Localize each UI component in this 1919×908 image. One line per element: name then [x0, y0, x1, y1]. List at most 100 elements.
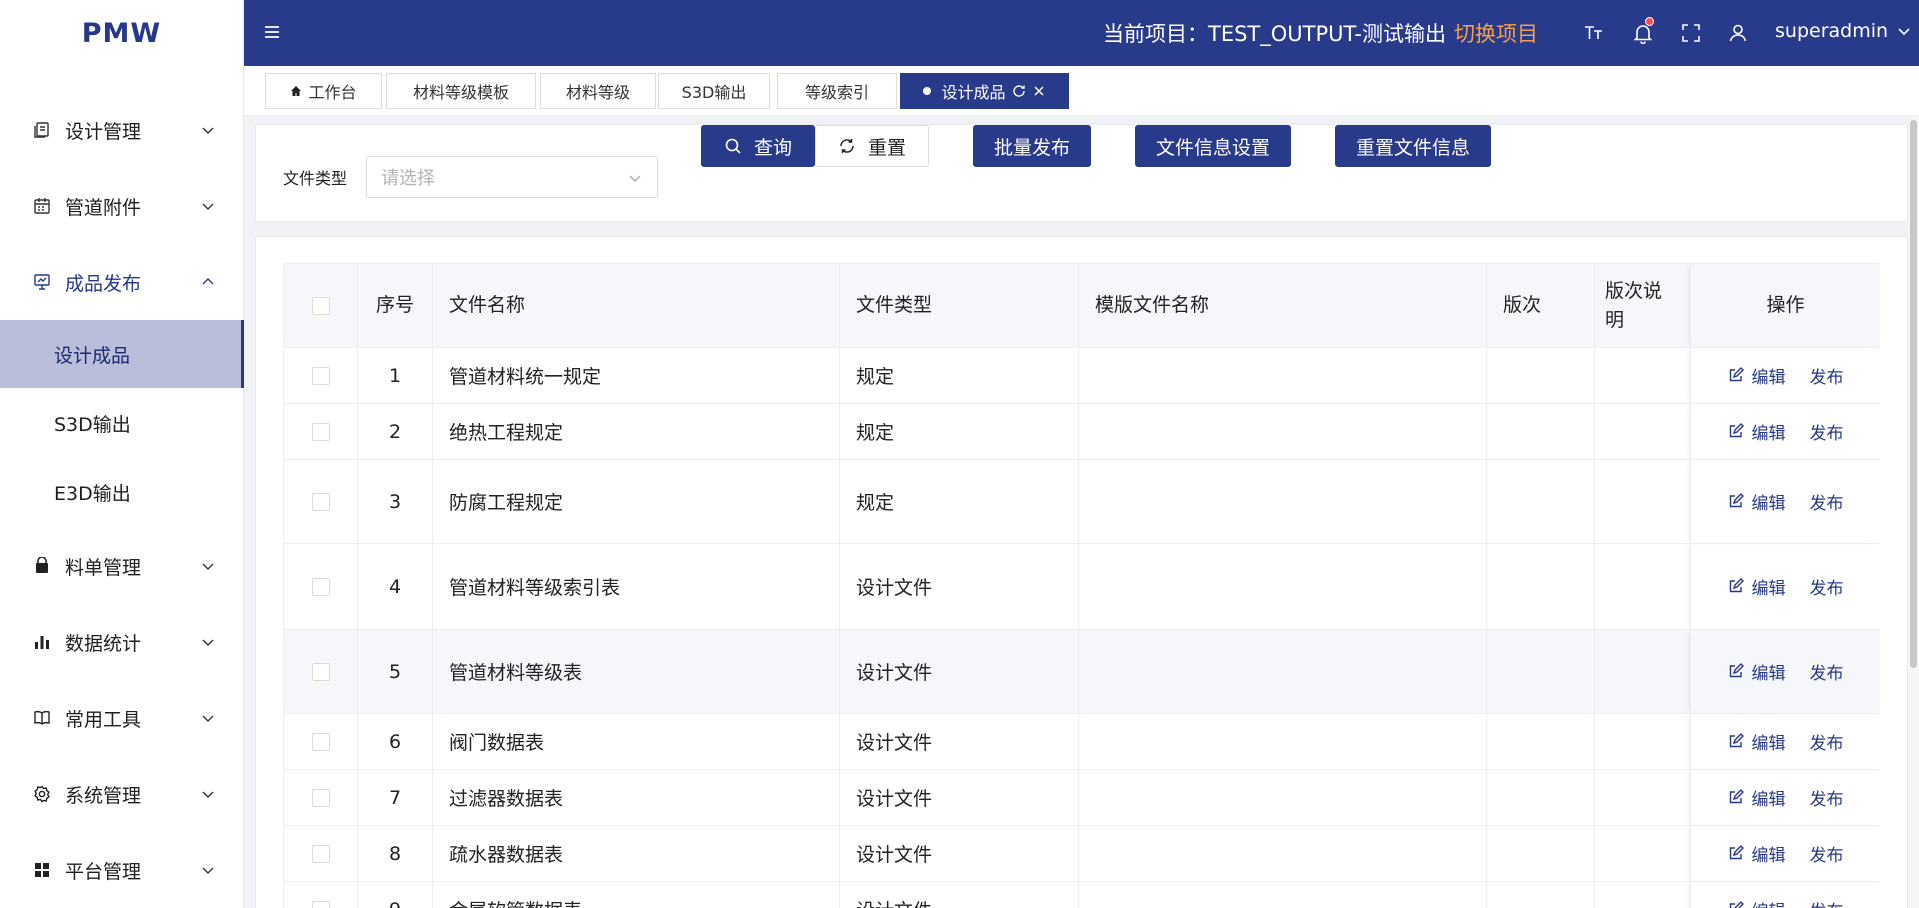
edit-link[interactable]: 编辑 — [1752, 574, 1786, 599]
row-checkbox[interactable] — [311, 423, 330, 441]
query-button[interactable]: 查询 — [701, 125, 815, 167]
tab-design-products[interactable]: 设计成品 — [900, 73, 1069, 109]
sidebar-item-design-management[interactable]: 设计管理 — [0, 110, 244, 150]
edit-link[interactable]: 编辑 — [1752, 363, 1786, 388]
sidebar-item-label: 系统管理 — [65, 784, 142, 807]
edit-icon[interactable] — [1728, 663, 1744, 679]
batch-publish-label: 批量发布 — [993, 136, 1070, 159]
publish-link[interactable]: 发布 — [1810, 489, 1844, 514]
row-checkbox[interactable] — [311, 789, 330, 807]
menu-toggle-icon[interactable] — [262, 22, 282, 42]
revision-note-cell — [1594, 825, 1691, 882]
file-name-cell: 绝热工程规定 — [432, 403, 840, 460]
table-row[interactable]: 2 绝热工程规定 规定 编辑 发布 — [283, 403, 1880, 460]
user-icon[interactable] — [1727, 22, 1749, 44]
edit-link[interactable]: 编辑 — [1752, 729, 1786, 754]
edit-icon[interactable] — [1728, 733, 1744, 749]
sidebar-item-product-release[interactable]: 成品发布 — [0, 262, 244, 302]
edit-icon[interactable] — [1728, 423, 1744, 439]
actions-cell: 编辑发布 — [1690, 713, 1880, 770]
table-row[interactable]: 1 管道材料统一规定 规定 编辑 发布 — [283, 347, 1880, 404]
sidebar-item-statistics[interactable]: 数据统计 — [0, 622, 244, 662]
template-file-name-cell — [1078, 347, 1487, 404]
switch-project-link[interactable]: 切换项目 — [1454, 22, 1538, 46]
row-checkbox[interactable] — [311, 733, 330, 751]
row-checkbox[interactable] — [311, 493, 330, 511]
file-type-select[interactable]: 请选择 — [366, 156, 658, 198]
table-row[interactable]: 8 疏水器数据表 设计文件 编辑 发布 — [283, 825, 1880, 882]
tab-material-grade-template[interactable]: 材料等级模板 — [386, 73, 536, 109]
fullscreen-icon[interactable] — [1680, 22, 1702, 44]
data-table-wrapper[interactable]: 序号 文件名称 文件类型 模版文件名称 版次 版次说明 操作 1 管道材料统一规定… — [283, 263, 1880, 908]
publish-link[interactable]: 发布 — [1810, 659, 1844, 684]
tab-grade-index[interactable]: 等级索引 — [777, 73, 897, 109]
sidebar-item-common-tools[interactable]: 常用工具 — [0, 698, 244, 738]
batch-publish-button[interactable]: 批量发布 — [973, 125, 1091, 167]
template-file-name-cell — [1078, 459, 1487, 544]
refresh-icon[interactable] — [1012, 84, 1026, 98]
file-info-settings-button[interactable]: 文件信息设置 — [1135, 125, 1291, 167]
row-checkbox[interactable] — [311, 367, 330, 385]
column-header: 文件名称 — [432, 263, 840, 348]
publish-link[interactable]: 发布 — [1810, 574, 1844, 599]
publish-link[interactable]: 发布 — [1810, 785, 1844, 810]
page-scrollbar-thumb[interactable] — [1910, 120, 1917, 668]
sidebar-item-platform-management[interactable]: 平台管理 — [0, 850, 244, 890]
table-row[interactable]: 6 阀门数据表 设计文件 编辑 发布 — [283, 713, 1880, 770]
edit-icon[interactable] — [1728, 578, 1744, 594]
top-header: 当前项目：TEST_OUTPUT-测试输出 切换项目 superadmin — [244, 0, 1919, 66]
revision-note-cell — [1594, 881, 1691, 908]
chevron-down-icon — [202, 563, 214, 570]
table-row[interactable]: 4 管道材料等级索引表 设计文件 编辑 发布 — [283, 543, 1880, 630]
edit-link[interactable]: 编辑 — [1752, 419, 1786, 444]
row-checkbox[interactable] — [311, 845, 330, 863]
edit-icon[interactable] — [1728, 789, 1744, 805]
table-row[interactable]: 9金属软管数据表设计文件编辑 发布 — [283, 881, 1880, 908]
edit-link[interactable]: 编辑 — [1752, 489, 1786, 514]
edit-icon[interactable] — [1728, 367, 1744, 383]
sidebar-subitem-e3d-output[interactable]: E3D输出 — [0, 458, 244, 526]
file-name-cell: 阀门数据表 — [432, 713, 840, 770]
close-icon[interactable] — [1032, 84, 1046, 98]
edit-icon[interactable] — [1728, 493, 1744, 509]
tab-label: 材料等级 — [565, 83, 630, 102]
row-checkbox[interactable] — [311, 578, 330, 596]
row-checkbox[interactable] — [311, 663, 330, 681]
publish-link[interactable]: 发布 — [1810, 419, 1844, 444]
row-checkbox[interactable] — [311, 901, 330, 908]
sidebar-subitem-design-products[interactable]: 设计成品 — [0, 320, 244, 388]
sidebar-item-label: 成品发布 — [65, 272, 142, 295]
edit-link[interactable]: 编辑 — [1752, 785, 1786, 810]
tab-material-grade[interactable]: 材料等级 — [540, 73, 656, 109]
edit-icon[interactable] — [1728, 845, 1744, 861]
sidebar-item-bill-management[interactable]: 料单管理 — [0, 546, 244, 586]
column-header: 版次 — [1486, 263, 1595, 348]
sidebar-item-label: 数据统计 — [65, 632, 142, 655]
edit-link[interactable]: 编辑 — [1752, 659, 1786, 684]
reset-file-info-button[interactable]: 重置文件信息 — [1335, 125, 1491, 167]
username: superadmin — [1775, 20, 1889, 42]
edit-icon[interactable] — [1728, 901, 1744, 908]
edit-link[interactable]: 编辑 — [1752, 897, 1786, 908]
revision-cell — [1486, 459, 1595, 544]
publish-link[interactable]: 发布 — [1810, 897, 1844, 908]
font-size-icon[interactable] — [1583, 22, 1605, 44]
sidebar-subitem-s3d-output[interactable]: S3D输出 — [0, 389, 244, 457]
tab-s3d-output[interactable]: S3D输出 — [658, 73, 770, 109]
file-type-label: 文件类型 — [283, 169, 348, 188]
actions-cell: 编辑发布 — [1690, 403, 1880, 460]
select-all-checkbox[interactable] — [311, 296, 330, 315]
sidebar-item-pipe-accessories[interactable]: 管道附件 — [0, 186, 244, 226]
table-row[interactable]: 5 管道材料等级表 设计文件 编辑 发布 — [283, 629, 1880, 714]
publish-link[interactable]: 发布 — [1810, 729, 1844, 754]
publish-link[interactable]: 发布 — [1810, 841, 1844, 866]
reset-button[interactable]: 重置 — [815, 125, 929, 167]
table-row[interactable]: 7 过滤器数据表 设计文件 编辑 发布 — [283, 769, 1880, 826]
publish-link[interactable]: 发布 — [1810, 363, 1844, 388]
table-row[interactable]: 3 防腐工程规定 规定 编辑 发布 — [283, 459, 1880, 544]
tab-workbench[interactable]: 工作台 — [265, 73, 382, 109]
edit-link[interactable]: 编辑 — [1752, 841, 1786, 866]
sidebar-item-system-management[interactable]: 系统管理 — [0, 774, 244, 814]
file-name-cell: 管道材料等级表 — [432, 629, 840, 714]
user-menu[interactable]: superadmin — [1775, 20, 1912, 42]
